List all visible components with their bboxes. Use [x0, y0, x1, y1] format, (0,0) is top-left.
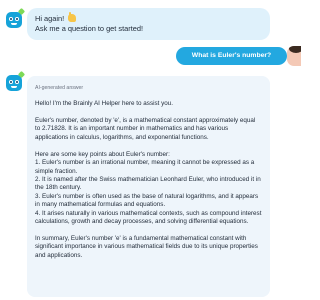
answer-point: 2. It is named after the Swiss mathemati…: [35, 176, 261, 192]
answer-definition: Euler's number, denoted by 'e', is a mat…: [35, 117, 256, 141]
waving-hand-icon: [68, 12, 77, 22]
greeting-line-1: Hi again!: [35, 12, 262, 24]
bot-mouth: [11, 86, 17, 88]
bot-eye-left: [9, 80, 13, 84]
ai-answer-card: AI-generated answer Hello! I'm the Brain…: [27, 76, 270, 297]
user-question-bubble[interactable]: What is Euler's number?: [176, 47, 287, 65]
bot-avatar-icon: [6, 70, 26, 91]
chat-window: Hi again! Ask me a question to get start…: [0, 0, 301, 300]
bot-eye-right: [15, 80, 19, 84]
answer-key-points: Here are some key points about Euler's n…: [35, 151, 262, 227]
greeting-line-2: Ask me a question to get started!: [35, 24, 144, 33]
bot-avatar-icon: [6, 7, 26, 28]
ai-answer-tag: AI-generated answer: [35, 85, 84, 91]
greeting-bubble: Hi again! Ask me a question to get start…: [27, 8, 270, 40]
greeting-text: Hi again!: [35, 14, 65, 23]
bot-eye-left: [9, 17, 13, 21]
bot-mouth: [11, 23, 17, 25]
answer-point: 1. Euler's number is an irrational numbe…: [35, 159, 255, 175]
answer-intro: Hello! I'm the Brainly AI Helper here to…: [35, 100, 174, 107]
answer-point: 4. It arises naturally in various mathem…: [35, 209, 262, 226]
answer-point: 3. Euler's number is often used as the b…: [35, 192, 259, 209]
user-avatar: [287, 46, 301, 66]
sparkle-icon: [17, 70, 26, 79]
answer-summary: In summary, Euler's number 'e' is a fund…: [35, 235, 258, 259]
sparkle-icon: [17, 7, 26, 16]
bot-eye-right: [15, 17, 19, 21]
answer-points-heading: Here are some key points about Euler's n…: [35, 150, 170, 158]
